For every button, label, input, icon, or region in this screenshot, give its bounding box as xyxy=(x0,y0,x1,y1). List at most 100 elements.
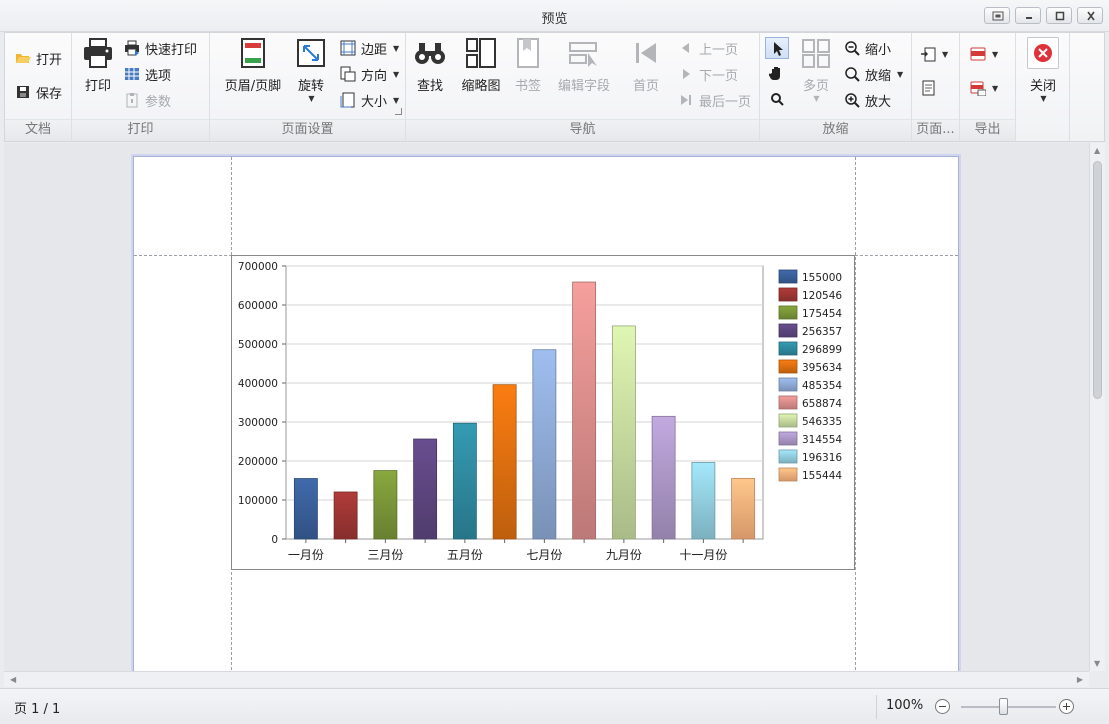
pointer-tool-button[interactable] xyxy=(765,37,789,59)
prev-page-label: 上一页 xyxy=(699,42,739,58)
margin-guide-right xyxy=(855,157,856,671)
scroll-right-icon[interactable]: ▶ xyxy=(1077,675,1083,684)
print-options-label: 选项 xyxy=(145,68,172,84)
options-icon xyxy=(124,66,140,82)
quick-print-label: 快速打印 xyxy=(145,42,198,58)
save-button[interactable]: 保存 xyxy=(15,81,62,103)
zoom-plus-icon[interactable] xyxy=(1059,699,1074,714)
hand-tool-button[interactable] xyxy=(768,65,785,81)
group-close: 关闭 ▼ xyxy=(1016,33,1070,141)
next-page-label: 下一页 xyxy=(699,68,739,84)
vertical-scroll-thumb[interactable] xyxy=(1093,161,1102,399)
minimize-button[interactable] xyxy=(1015,7,1041,24)
fullscreen-button[interactable] xyxy=(984,7,1010,24)
first-page-label: 首页 xyxy=(632,79,659,94)
page-size-icon xyxy=(340,92,356,108)
find-button[interactable]: 查找 xyxy=(410,37,450,94)
zoom-in-icon xyxy=(844,92,860,108)
zoom-dropdown-button[interactable]: 放缩 ▼ xyxy=(844,63,903,85)
quick-print-icon xyxy=(124,40,140,56)
fullscreen-icon xyxy=(992,11,1004,21)
vertical-scrollbar[interactable]: ▲ ▼ xyxy=(1089,143,1105,671)
zoom-minus-icon[interactable] xyxy=(935,699,950,714)
horizontal-scrollbar[interactable]: ◀ ▶ xyxy=(4,671,1089,687)
zoom-in-button[interactable]: 放大 xyxy=(844,89,891,111)
multi-page-button[interactable]: 多页 ▼ xyxy=(796,37,836,103)
legend-entry: 256357 xyxy=(802,326,842,338)
last-page-button[interactable]: 最后一页 xyxy=(678,89,751,111)
zoom-label: 放缩 xyxy=(865,68,892,84)
header-footer-button[interactable]: 页眉/页脚 xyxy=(216,37,290,94)
y-tick-label: 200000 xyxy=(238,456,278,468)
folder-open-icon xyxy=(15,50,31,66)
y-tick-label: 400000 xyxy=(238,378,278,390)
size-button[interactable]: 大小 ▼ xyxy=(340,89,399,111)
page-setup-launcher-icon[interactable] xyxy=(395,108,402,115)
legend-swatch xyxy=(778,413,798,428)
thumbnails-label: 缩略图 xyxy=(461,79,501,94)
next-page-button[interactable]: 下一页 xyxy=(678,63,738,85)
group-zoom: 多页 ▼ 缩小 放缩 ▼ 放大 放缩 xyxy=(760,33,912,141)
legend-entry: 155000 xyxy=(802,272,842,284)
bookmarks-button[interactable]: 书签 xyxy=(510,37,546,94)
watermark-button[interactable] xyxy=(920,77,936,99)
close-window-button[interactable] xyxy=(1077,7,1103,24)
send-button[interactable]: ▼ xyxy=(970,77,998,99)
export-button[interactable]: ▼ xyxy=(970,43,998,65)
maximize-button[interactable] xyxy=(1046,7,1072,24)
legend-swatch xyxy=(778,269,798,284)
print-label: 打印 xyxy=(84,79,111,94)
export-pdf-icon xyxy=(970,46,986,62)
margins-button[interactable]: 边距 ▼ xyxy=(340,37,399,59)
maximize-icon xyxy=(1055,11,1065,21)
zoom-slider-track[interactable] xyxy=(961,706,1056,708)
edit-fields-button[interactable]: 编辑字段 xyxy=(554,37,614,94)
legend-swatch xyxy=(778,395,798,410)
header-footer-icon xyxy=(237,37,269,69)
close-preview-button[interactable]: 关闭 ▼ xyxy=(1022,37,1064,103)
pointer-icon xyxy=(774,42,783,56)
bar xyxy=(691,462,716,540)
open-button[interactable]: 打开 xyxy=(15,47,62,69)
bookmarks-label: 书签 xyxy=(514,79,541,94)
margins-icon xyxy=(340,40,356,56)
y-tick-label: 300000 xyxy=(238,417,278,429)
first-page-button[interactable]: 首页 xyxy=(626,37,666,94)
legend-entry: 196316 xyxy=(802,452,842,464)
scroll-up-icon[interactable]: ▲ xyxy=(1094,146,1100,155)
scroll-left-icon[interactable]: ◀ xyxy=(10,675,16,684)
group-label-zoom: 放缩 xyxy=(760,119,911,141)
prev-page-button[interactable]: 上一页 xyxy=(678,37,738,59)
multi-page-label: 多页 xyxy=(802,79,829,94)
rotate-dropdown-icon: ▼ xyxy=(308,94,315,103)
quick-print-button[interactable]: 快速打印 xyxy=(124,37,197,59)
scroll-down-icon[interactable]: ▼ xyxy=(1094,659,1100,668)
rotate-button[interactable]: 旋转 ▼ xyxy=(290,37,332,103)
document-viewport[interactable]: 0 100000 200000 300000 400000 500000 600000 700… xyxy=(4,143,1089,671)
thumbnails-icon xyxy=(465,37,497,69)
y-tick-label: 600000 xyxy=(238,300,278,312)
legend-entry: 296899 xyxy=(802,344,842,356)
bar xyxy=(373,470,398,540)
minimize-icon xyxy=(1026,17,1032,19)
group-label-navigation: 导航 xyxy=(406,119,759,141)
bar xyxy=(293,478,318,540)
parameters-button[interactable]: 参数 xyxy=(124,89,171,111)
close-icon xyxy=(1087,11,1095,21)
x-tick-label: 七月份 xyxy=(526,548,562,562)
orientation-button[interactable]: 方向 ▼ xyxy=(340,63,399,85)
page-color-dropdown-icon: ▼ xyxy=(942,49,949,59)
page-color-button[interactable]: ▼ xyxy=(920,43,948,65)
legend-entry: 485354 xyxy=(802,380,842,392)
zoom-slider-thumb[interactable] xyxy=(999,698,1008,715)
magnifier-tool-button[interactable] xyxy=(769,91,785,107)
x-tick-label: 十一月份 xyxy=(679,548,727,562)
size-dropdown-icon: ▼ xyxy=(393,95,400,105)
group-document: 打开 保存 文档 xyxy=(5,33,72,141)
print-options-button[interactable]: 选项 xyxy=(124,63,171,85)
thumbnails-button[interactable]: 缩略图 xyxy=(456,37,506,94)
print-button[interactable]: 打印 xyxy=(76,37,120,94)
zoom-in-label: 放大 xyxy=(865,94,892,110)
zoom-out-button[interactable]: 缩小 xyxy=(844,37,891,59)
title-bar: 预览 xyxy=(0,0,1109,32)
